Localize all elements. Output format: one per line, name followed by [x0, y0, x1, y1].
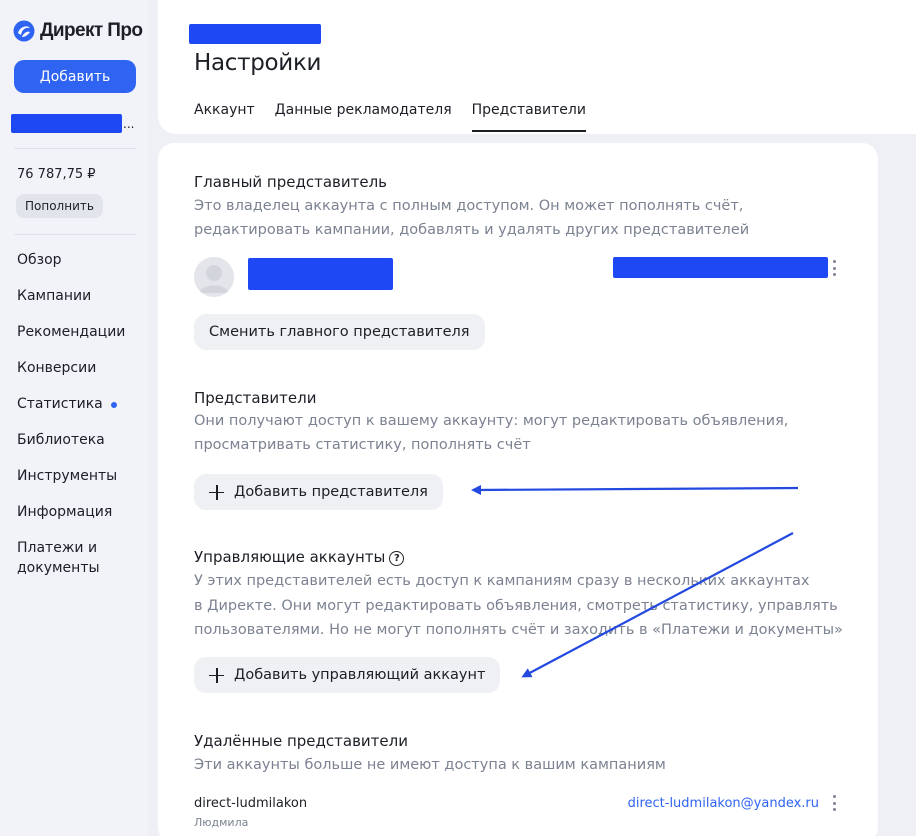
sidebar-item-label: Библиотека — [17, 432, 105, 448]
sidebar-item-payments[interactable]: Платежи и документы — [17, 538, 117, 578]
plus-icon — [209, 667, 224, 683]
breadcrumb-redacted[interactable] — [189, 24, 321, 44]
main-rep-email-redacted[interactable] — [613, 257, 828, 278]
main-rep-desc-line: редактировать кампании, добавлять и удал… — [194, 222, 750, 238]
account-login-ellipsis: ... — [123, 117, 135, 131]
representatives-card: Главный представитель Это владелец аккау… — [158, 143, 878, 836]
sidebar-item-label: Рекомендации — [17, 324, 126, 340]
sidebar-item-label: Кампании — [17, 288, 92, 304]
managing-title: Управляющие аккаунты? — [194, 548, 405, 566]
add-representative-button[interactable]: Добавить представителя — [194, 474, 443, 510]
settings-tabs: Аккаунт Данные рекламодателя Представите… — [194, 100, 587, 132]
tab-advertiser-data[interactable]: Данные рекламодателя — [275, 100, 452, 132]
removed-desc: Эти аккаунты больше не имеют доступа к в… — [194, 757, 666, 773]
account-login-redacted[interactable] — [11, 114, 122, 133]
sidebar-item-label: Обзор — [17, 252, 62, 268]
sidebar-item-overview[interactable]: Обзор — [17, 250, 142, 286]
change-main-rep-button[interactable]: Сменить главного представителя — [194, 314, 485, 350]
plus-icon — [209, 484, 224, 500]
sidebar-divider — [14, 148, 136, 149]
removed-rep-email-link[interactable]: direct-ludmilakon@yandex.ru — [628, 796, 819, 811]
reps-desc-line: Они получают доступ к вашему аккаунту: м… — [194, 413, 789, 429]
sidebar-item-label: Информация — [17, 504, 113, 520]
sidebar-item-label: Статистика — [17, 396, 103, 412]
managing-desc-line: в Директе. Они могут редактировать объяв… — [194, 598, 838, 614]
sidebar-item-statistics[interactable]: Статистика — [17, 394, 142, 430]
topup-button[interactable]: Пополнить — [16, 194, 103, 218]
direct-logo-icon — [13, 20, 35, 42]
sidebar-item-info[interactable]: Информация — [17, 502, 142, 538]
sidebar-item-label: Платежи и документы — [17, 540, 100, 576]
sidebar-item-library[interactable]: Библиотека — [17, 430, 142, 466]
sidebar-item-campaigns[interactable]: Кампании — [17, 286, 142, 322]
help-icon[interactable]: ? — [389, 551, 405, 566]
sidebar-item-recommendations[interactable]: Рекомендации — [17, 322, 142, 358]
more-options-icon[interactable] — [832, 795, 836, 811]
add-managing-account-button[interactable]: Добавить управляющий аккаунт — [194, 657, 501, 693]
button-label: Добавить представителя — [234, 484, 428, 500]
add-button[interactable]: Добавить — [14, 60, 136, 93]
settings-header: Настройки Аккаунт Данные рекламодателя П… — [158, 0, 916, 134]
main-rep-name-redacted — [248, 258, 393, 290]
removed-rep-login: direct-ludmilakon — [194, 796, 308, 811]
sidebar-item-conversions[interactable]: Конверсии — [17, 358, 142, 394]
button-label: Сменить главного представителя — [209, 324, 470, 340]
app-logo[interactable]: Директ Про — [13, 18, 143, 44]
main-rep-desc-line: Это владелец аккаунта с полным доступом.… — [194, 198, 744, 214]
sidebar-nav: Обзор Кампании Рекомендации Конверсии Ст… — [17, 250, 142, 578]
reps-desc-line: просматривать статистику, пополнять счёт — [194, 437, 531, 453]
managing-desc-line: пользователями. Но не могут пополнять сч… — [194, 622, 843, 638]
managing-title-text: Управляющие аккаунты — [194, 548, 386, 566]
page-title: Настройки — [194, 50, 322, 76]
reps-title: Представители — [194, 389, 317, 407]
notification-dot — [110, 402, 117, 408]
button-label: Добавить управляющий аккаунт — [234, 667, 486, 683]
tab-account[interactable]: Аккаунт — [194, 100, 255, 132]
tab-representatives[interactable]: Представители — [471, 100, 587, 132]
avatar — [194, 257, 234, 297]
sidebar: Директ Про Добавить ... 76 787,75 ₽ Попо… — [0, 0, 148, 836]
main-rep-title: Главный представитель — [194, 173, 388, 191]
account-balance: 76 787,75 ₽ — [17, 167, 96, 182]
removed-title: Удалённые представители — [194, 732, 408, 750]
removed-rep-name: Людмила — [194, 816, 249, 829]
sidebar-item-tools[interactable]: Инструменты — [17, 466, 142, 502]
sidebar-item-label: Инструменты — [17, 468, 118, 484]
app-name: Директ Про — [40, 20, 143, 41]
user-avatar-icon — [194, 257, 234, 297]
more-options-icon[interactable] — [832, 260, 836, 276]
sidebar-divider — [14, 234, 136, 235]
sidebar-item-label: Конверсии — [17, 360, 97, 376]
managing-desc-line: У этих представителей есть доступ к камп… — [194, 573, 810, 589]
